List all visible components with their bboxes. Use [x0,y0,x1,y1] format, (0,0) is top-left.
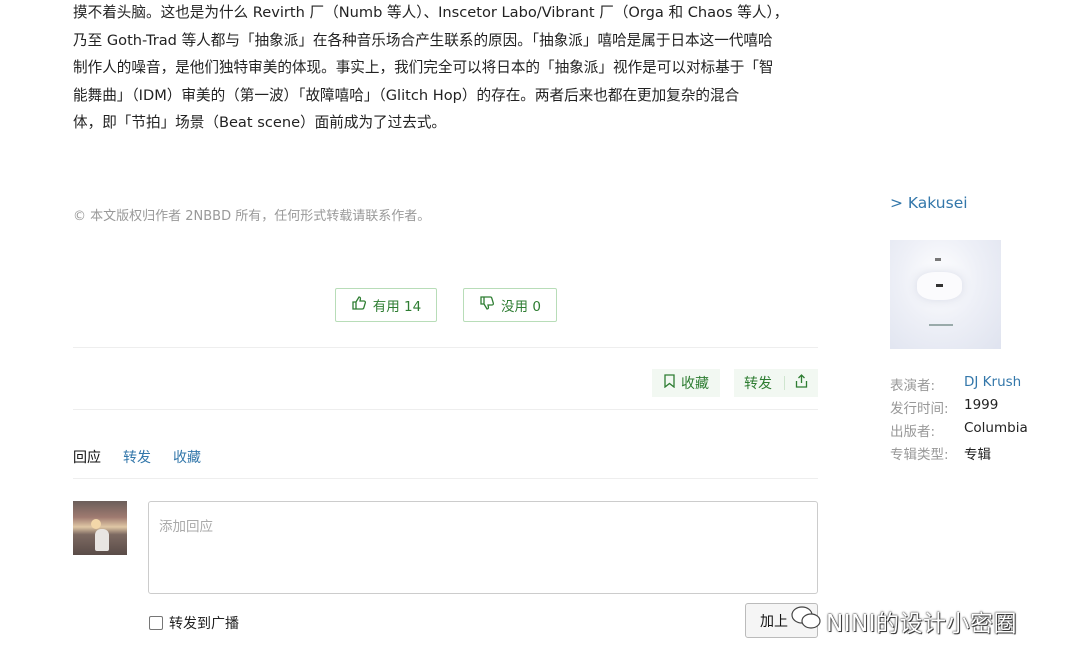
article-line: 体，即「节拍」场景（Beat scene）面前成为了过去式。 [73,114,447,131]
meta-value-publisher: Columbia [964,420,1028,436]
article-line: 能舞曲」（IDM）审美的（第一波）「故障嘻哈」（Glitch Hop）的存在。两… [73,86,740,104]
share-label: 转发 [744,376,772,392]
share-icon[interactable] [795,374,808,392]
meta-album-type: 专辑类型: 专辑 [890,443,991,463]
useful-label: 有用 14 [372,299,422,315]
cover-mark [935,258,941,261]
comment-tabs: 回应 转发 收藏 [73,447,201,467]
repost-option[interactable]: 转发到广播 [149,613,239,633]
meta-key: 出版者: [890,424,936,440]
useless-label: 没用 0 [501,299,541,315]
watermark: NINI的设计小密圈 [790,602,1017,640]
copyright-notice: © 本文版权归作者 2NBBD 所有，任何形式转载请联系作者。 [73,209,431,224]
reply-input[interactable]: 添加回应 [148,501,818,594]
thumbs-down-icon [479,295,495,315]
watermark-text: NINI的设计小密圈 [826,611,1017,637]
meta-value-album-type: 专辑 [964,447,991,463]
meta-value-release-date: 1999 [964,397,999,413]
tab-replies[interactable]: 回应 [73,447,101,467]
article-body: 摸不着头脑。这也是为什么 Revirth 厂（Numb 等人）、Inscetor… [73,0,818,137]
useful-button[interactable]: 有用 14 [335,288,437,322]
meta-key: 表演者: [890,378,936,394]
meta-performer: 表演者: DJ Krush [890,374,1021,394]
tab-favorites[interactable]: 收藏 [173,447,201,467]
meta-release-date: 发行时间: 1999 [890,397,998,417]
divider [73,409,818,410]
album-cover[interactable] [890,240,1001,349]
article-line: 摸不着头脑。这也是为什么 Revirth 厂（Numb 等人）、Inscetor… [73,4,789,21]
thumbs-up-icon [351,295,367,315]
meta-value-performer[interactable]: DJ Krush [964,374,1021,394]
repost-label: 转发到广播 [169,616,239,632]
tab-reposts[interactable]: 转发 [123,447,151,467]
article-line: 乃至 Goth-Trad 等人都与「抽象派」在各种音乐场合产生联系的原因。「抽象… [73,31,773,49]
repost-checkbox[interactable] [149,616,163,630]
favorite-button[interactable]: 收藏 [652,369,720,397]
share-button[interactable]: 转发 [734,369,818,397]
submit-label: 加上 [760,613,788,630]
article-line: 制作人的噪音，是他们独特审美的体现。事实上，我们完全可以将日本的「抽象派」视作是… [73,59,774,76]
useless-button[interactable]: 没用 0 [463,288,557,322]
meta-publisher: 出版者: Columbia [890,420,1028,440]
share-divider [784,376,785,390]
cover-caption-mark [929,324,953,326]
divider [73,478,818,479]
avatar[interactable] [73,501,127,555]
wechat-icon [790,605,822,637]
bookmark-icon [663,374,681,392]
meta-key: 发行时间: [890,401,949,417]
cover-mark [936,284,943,287]
favorite-label: 收藏 [681,376,709,392]
meta-key: 专辑类型: [890,447,949,463]
avatar-sun [91,519,101,529]
divider [73,347,818,348]
album-title-link[interactable]: > Kakusei [890,194,968,212]
avatar-figure [95,529,109,551]
reply-placeholder: 添加回应 [159,519,213,535]
